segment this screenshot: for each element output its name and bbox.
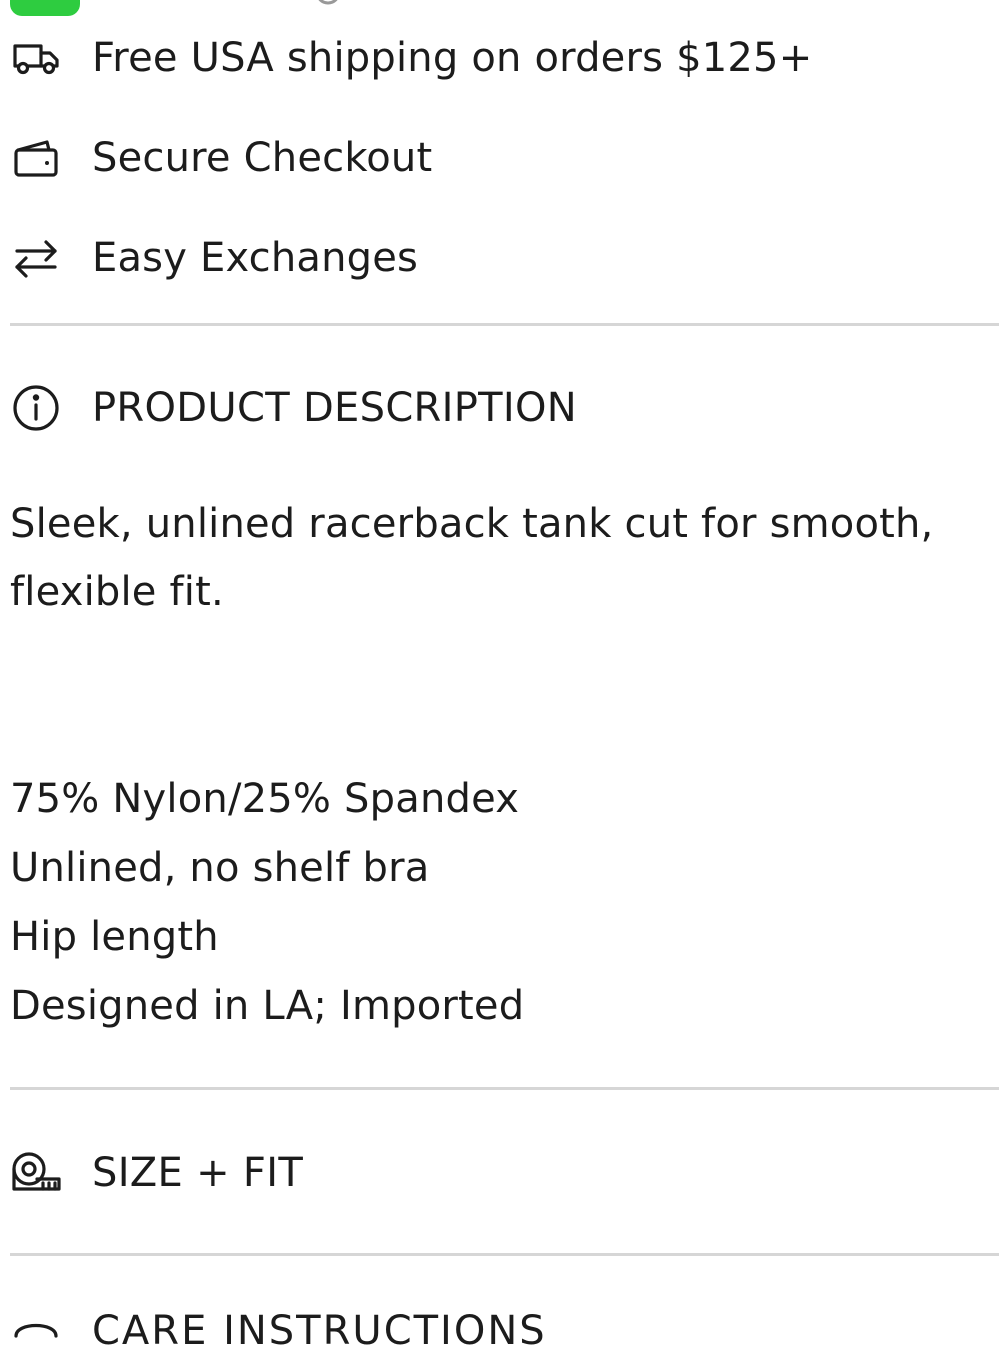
top-cutoff-strip — [0, 0, 999, 18]
section-title: PRODUCT DESCRIPTION — [92, 385, 577, 431]
spec-item: Hip length — [10, 914, 219, 960]
care-instructions-header[interactable]: CARE INSTRUCTIONS — [0, 1306, 999, 1366]
truck-icon — [10, 32, 62, 84]
measuring-tape-icon — [10, 1147, 62, 1199]
spec-item: 75% Nylon/25% Spandex — [10, 776, 520, 822]
exchange-arrows-icon — [10, 232, 62, 284]
divider — [10, 323, 999, 326]
care-icon — [10, 1310, 62, 1362]
divider — [10, 1253, 999, 1256]
product-description-text: Sleek, unlined racerback tank cut for sm… — [10, 501, 934, 615]
spec-item: Unlined, no shelf bra — [10, 845, 430, 891]
wallet-icon — [10, 132, 62, 184]
spec-list: 75% Nylon/25% Spandex Unlined, no shelf … — [10, 765, 524, 1041]
feature-label: Secure Checkout — [92, 135, 433, 181]
divider — [10, 1087, 999, 1090]
product-description-header[interactable]: PRODUCT DESCRIPTION — [0, 373, 999, 443]
size-fit-header[interactable]: SIZE + FIT — [0, 1138, 999, 1208]
spec-item: Designed in LA; Imported — [10, 983, 525, 1029]
feature-free-shipping: Free USA shipping on orders $125+ — [0, 18, 999, 98]
feature-label: Easy Exchanges — [92, 235, 419, 281]
payment-badge — [10, 0, 80, 16]
section-title: CARE INSTRUCTIONS — [92, 1308, 547, 1354]
feature-easy-exchanges: Easy Exchanges — [0, 218, 999, 298]
info-icon — [10, 382, 62, 434]
feature-label: Free USA shipping on orders $125+ — [92, 35, 813, 81]
feature-secure-checkout: Secure Checkout — [0, 118, 999, 198]
cutoff-text-glyphs — [318, 0, 338, 5]
section-title: SIZE + FIT — [92, 1150, 304, 1196]
